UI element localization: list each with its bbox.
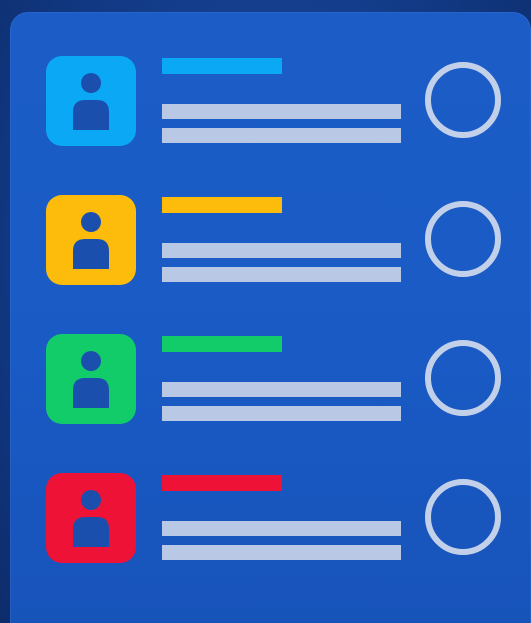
select-radio-button[interactable] bbox=[425, 479, 501, 555]
text-placeholder-line bbox=[162, 382, 401, 397]
person-icon bbox=[73, 212, 109, 269]
avatar bbox=[46, 56, 136, 146]
person-icon bbox=[73, 351, 109, 408]
list-item[interactable] bbox=[0, 334, 531, 426]
title-placeholder-bar bbox=[162, 475, 282, 491]
person-icon bbox=[73, 490, 109, 547]
text-placeholder-line bbox=[162, 521, 401, 536]
title-placeholder-bar bbox=[162, 197, 282, 213]
text-placeholder-line bbox=[162, 128, 401, 143]
text-placeholder-line bbox=[162, 243, 401, 258]
person-icon bbox=[73, 73, 109, 130]
text-placeholder-line bbox=[162, 104, 401, 119]
avatar bbox=[46, 473, 136, 563]
select-radio-button[interactable] bbox=[425, 201, 501, 277]
text-placeholder-line bbox=[162, 406, 401, 421]
list-item[interactable] bbox=[0, 473, 531, 565]
avatar bbox=[46, 195, 136, 285]
list-item[interactable] bbox=[0, 195, 531, 287]
select-radio-button[interactable] bbox=[425, 62, 501, 138]
text-placeholder-line bbox=[162, 267, 401, 282]
text-placeholder-line bbox=[162, 545, 401, 560]
title-placeholder-bar bbox=[162, 58, 282, 74]
title-placeholder-bar bbox=[162, 336, 282, 352]
select-radio-button[interactable] bbox=[425, 340, 501, 416]
avatar bbox=[46, 334, 136, 424]
list-item[interactable] bbox=[0, 56, 531, 148]
